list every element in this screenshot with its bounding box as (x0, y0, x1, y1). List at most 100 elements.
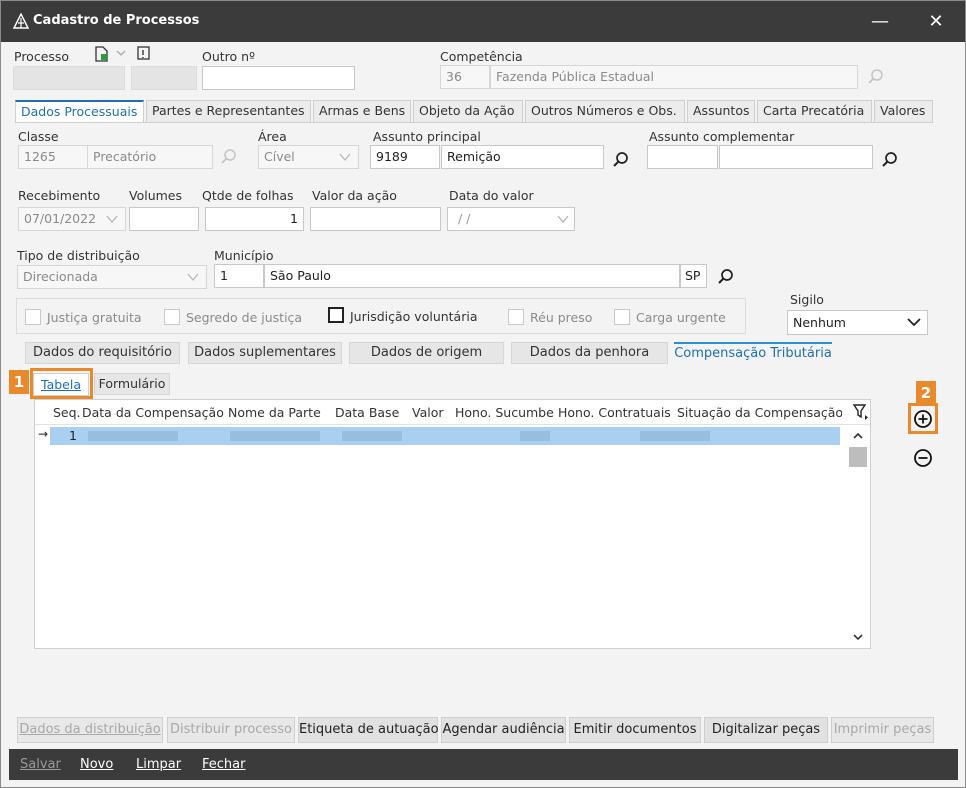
column-header-data-compensacao[interactable]: Data da Compensação (82, 405, 224, 420)
competencia-code-field[interactable]: 36 (440, 65, 490, 89)
reu-preso-checkbox[interactable] (508, 309, 524, 325)
bottom-bar: Salvar Novo Limpar Fechar (9, 749, 958, 780)
municipio-search-icon[interactable] (717, 268, 735, 286)
redacted-cell (88, 431, 178, 441)
municipio-uf-field[interactable]: SP (680, 264, 707, 288)
subtab-dados-origem[interactable]: Dados de origem (349, 342, 504, 364)
recebimento-chevron-down-icon (106, 215, 118, 224)
municipio-label: Município (214, 248, 274, 263)
tab-outros-numeros[interactable]: Outros Números e Obs. (525, 100, 685, 122)
etiqueta-autuacao-button[interactable]: Etiqueta de autuação (298, 717, 439, 743)
highlight-box-tabela (30, 368, 93, 399)
subtab-dados-requisitorio[interactable]: Dados do requisitório (25, 342, 180, 364)
salvar-button[interactable]: Salvar (20, 757, 61, 772)
segredo-justica-label: Segredo de justiça (186, 310, 303, 325)
tab-assuntos[interactable]: Assuntos (687, 100, 755, 122)
reu-preso-label: Réu preso (530, 310, 593, 325)
digitalizar-pecas-button[interactable]: Digitalizar peças (704, 717, 828, 743)
jurisdicao-voluntaria-checkbox[interactable] (328, 307, 344, 323)
tab-partes-representantes[interactable]: Partes e Representantes (146, 100, 311, 122)
note-icon[interactable] (136, 45, 152, 63)
processo-year-field[interactable] (131, 66, 197, 90)
column-header-hono-sucumbe[interactable]: Hono. Sucumbe (455, 405, 554, 420)
column-header-valor[interactable]: Valor (412, 405, 444, 420)
jurisdicao-voluntaria-label: Jurisdição voluntária (350, 309, 478, 324)
valor-acao-label: Valor da ação (312, 188, 397, 203)
distribuir-processo-button[interactable]: Distribuir processo (167, 717, 295, 743)
cadastro-window: Cadastro de Processos — ✕ Processo Outro… (0, 0, 966, 788)
assunto-complementar-search-icon[interactable] (881, 151, 899, 169)
area-label: Área (258, 129, 287, 144)
emitir-documentos-button[interactable]: Emitir documentos (569, 717, 701, 743)
view-tab-formulario[interactable]: Formulário (94, 373, 170, 395)
tab-divider (15, 122, 933, 123)
column-header-situacao[interactable]: Situação da Compensação (677, 405, 842, 420)
municipio-code-input[interactable]: 1 (214, 264, 264, 288)
processo-number-field[interactable] (13, 66, 125, 90)
column-header-seq[interactable]: Seq. (53, 405, 81, 420)
step-marker-1: 1 (9, 370, 29, 394)
scroll-down-icon[interactable] (851, 631, 865, 643)
close-button[interactable]: ✕ (913, 1, 959, 42)
qtde-folhas-input[interactable]: 1 (205, 207, 304, 231)
assunto-principal-label: Assunto principal (373, 129, 481, 144)
volumes-input[interactable] (129, 207, 199, 231)
assunto-principal-name-input[interactable]: Remição (441, 145, 604, 169)
classe-name-field[interactable]: Precatório (87, 145, 213, 169)
tab-valores[interactable]: Valores (874, 100, 933, 122)
valor-acao-input[interactable] (310, 207, 441, 231)
limpar-button[interactable]: Limpar (136, 757, 181, 772)
column-header-hono-contratuais[interactable]: Hono. Contratuais (558, 405, 671, 420)
carga-urgente-label: Carga urgente (636, 310, 726, 325)
column-header-nome-parte[interactable]: Nome da Parte (228, 405, 321, 420)
competencia-name-field[interactable]: Fazenda Pública Estadual (490, 65, 858, 89)
assunto-complementar-label: Assunto complementar (649, 129, 795, 144)
table-row[interactable]: 1 (50, 427, 840, 445)
segredo-justica-checkbox[interactable] (164, 309, 180, 325)
scroll-up-icon[interactable] (851, 430, 865, 442)
vertical-scrollbar[interactable] (848, 426, 868, 647)
subtab-dados-suplementares[interactable]: Dados suplementares (188, 342, 342, 364)
classe-code-field[interactable]: 1265 (18, 145, 88, 169)
tab-objeto-acao[interactable]: Objeto da Ação (413, 100, 523, 122)
carga-urgente-checkbox[interactable] (614, 309, 630, 325)
filter-icon[interactable] (852, 403, 870, 421)
fechar-button[interactable]: Fechar (202, 757, 245, 772)
chevron-down-icon[interactable] (115, 47, 127, 59)
tab-dados-processuais[interactable]: Dados Processuais (15, 100, 144, 123)
remove-icon[interactable] (912, 447, 934, 469)
subtab-dados-penhora[interactable]: Dados da penhora (511, 342, 668, 364)
assunto-principal-search-icon[interactable] (612, 151, 630, 169)
justica-gratuita-label: Justiça gratuita (47, 310, 142, 325)
tipo-distribuicao-select[interactable]: Direcionada (17, 265, 207, 289)
assunto-principal-code-input[interactable]: 9189 (370, 145, 440, 169)
minimize-button[interactable]: — (857, 1, 903, 42)
row-indicator-icon: → (38, 427, 49, 441)
new-document-icon[interactable] (93, 45, 111, 63)
agendar-audiencia-button[interactable]: Agendar audiência (441, 717, 566, 743)
scroll-thumb[interactable] (849, 447, 867, 467)
municipio-name-input[interactable]: São Paulo (264, 264, 680, 288)
redacted-cell (640, 431, 710, 441)
add-icon[interactable] (912, 408, 934, 430)
assunto-complementar-code-input[interactable] (647, 145, 718, 169)
classe-label: Classe (18, 129, 59, 144)
column-header-data-base[interactable]: Data Base (335, 405, 399, 420)
classe-search-icon[interactable] (220, 148, 238, 166)
search-icon[interactable] (867, 68, 885, 86)
tab-carta-precatoria[interactable]: Carta Precatória (757, 100, 872, 122)
outro-numero-input[interactable] (202, 66, 355, 90)
area-chevron-down-icon (339, 153, 351, 162)
dados-distribuicao-button[interactable]: Dados da distribuição (17, 717, 163, 743)
sigilo-chevron-down-icon (907, 318, 921, 327)
justica-gratuita-checkbox[interactable] (25, 309, 41, 325)
imprimir-pecas-button[interactable]: Imprimir peças (831, 717, 934, 743)
tab-armas-bens[interactable]: Armas e Bens (313, 100, 411, 122)
tipo-distribuicao-label: Tipo de distribuição (17, 248, 140, 263)
data-valor-chevron-down-icon (557, 215, 569, 224)
app-logo-icon (13, 13, 29, 29)
novo-button[interactable]: Novo (80, 757, 113, 772)
competencia-label: Competência (440, 49, 523, 64)
subtab-compensacao-tributaria[interactable]: Compensação Tributária (674, 342, 832, 364)
assunto-complementar-name-input[interactable] (719, 145, 873, 169)
